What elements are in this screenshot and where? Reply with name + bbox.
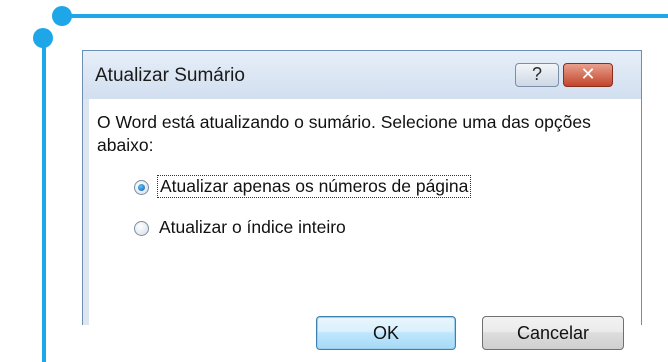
- decorative-top-line: [60, 14, 668, 18]
- cancel-button[interactable]: Cancelar: [482, 316, 624, 350]
- radio-page-numbers[interactable]: [134, 180, 149, 195]
- decorative-left-dot: [33, 28, 53, 48]
- help-button[interactable]: ?: [515, 63, 559, 87]
- decorative-top-dot: [52, 6, 72, 26]
- close-button[interactable]: ✕: [563, 63, 613, 87]
- dialog-titlebar[interactable]: Atualizar Sumário ? ✕: [83, 51, 641, 99]
- ok-button[interactable]: OK: [316, 316, 456, 350]
- radio-entire-table[interactable]: [134, 221, 149, 236]
- decorative-left-line: [42, 36, 46, 362]
- dialog-body: O Word está atualizando o sumário. Selec…: [89, 99, 641, 350]
- update-toc-dialog: Atualizar Sumário ? ✕ O Word está atuali…: [82, 50, 642, 350]
- dialog-title: Atualizar Sumário: [95, 65, 245, 86]
- option-label-page-numbers[interactable]: Atualizar apenas os números de página: [157, 175, 472, 198]
- option-label-entire-table[interactable]: Atualizar o índice inteiro: [157, 217, 348, 238]
- dialog-message: O Word está atualizando o sumário. Selec…: [97, 112, 591, 155]
- help-icon: ?: [531, 64, 542, 84]
- close-icon: ✕: [580, 64, 596, 84]
